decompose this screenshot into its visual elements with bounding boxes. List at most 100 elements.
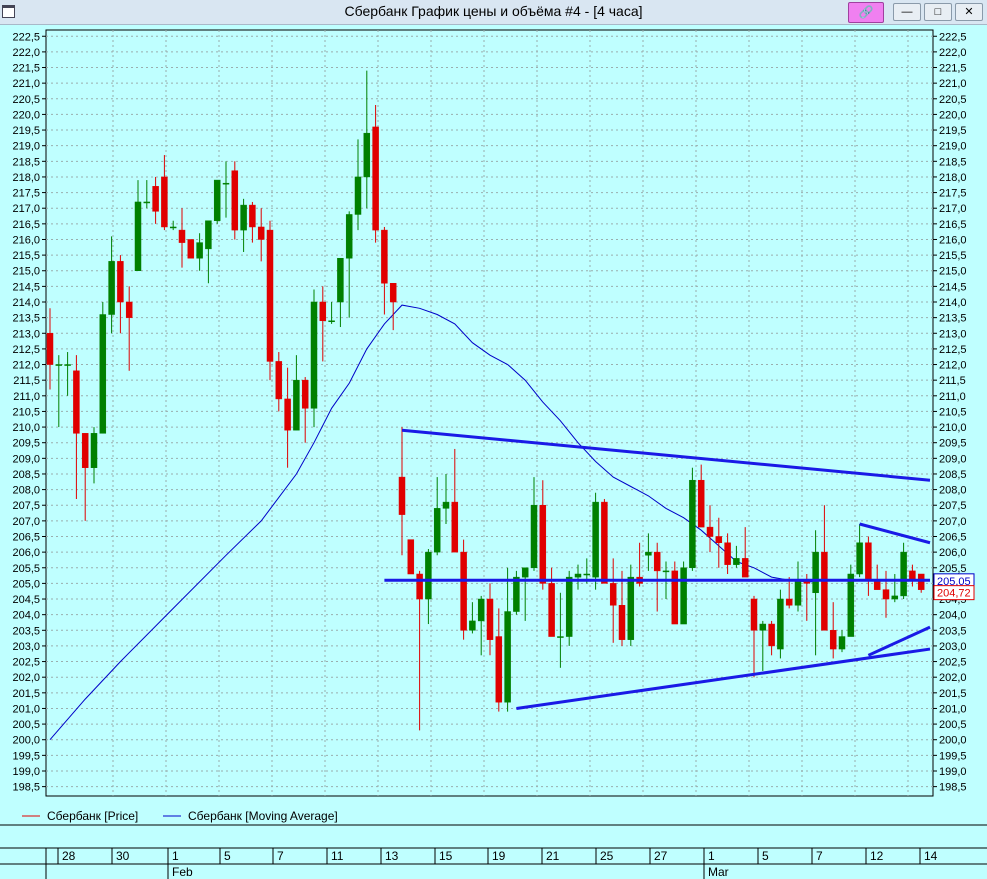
candle-body bbox=[345, 214, 353, 259]
y-tick-label-left: 212,5 bbox=[12, 344, 40, 356]
pin-icon: 🔗 bbox=[858, 5, 874, 19]
candle-body bbox=[750, 598, 758, 631]
candle-body bbox=[504, 611, 511, 703]
minimize-button[interactable]: — bbox=[893, 3, 921, 21]
y-tick-label-left: 213,0 bbox=[12, 328, 40, 340]
y-tick-label-left: 218,0 bbox=[12, 172, 40, 184]
candle-body bbox=[741, 558, 749, 578]
candle-body bbox=[222, 182, 230, 185]
candle-body bbox=[389, 282, 397, 303]
legend-price-label: Сбербанк [Price] bbox=[47, 809, 138, 823]
candle-body bbox=[81, 433, 89, 468]
y-tick-label-left: 204,5 bbox=[12, 594, 40, 606]
y-tick-label-right: 201,0 bbox=[939, 703, 967, 715]
candle-body bbox=[451, 501, 459, 553]
candle-body bbox=[627, 576, 635, 640]
y-tick-label-right: 209,5 bbox=[939, 438, 967, 450]
minimize-icon: — bbox=[901, 6, 913, 18]
x-tick-label: 12 bbox=[870, 849, 884, 863]
y-tick-label-right: 218,0 bbox=[939, 172, 967, 184]
candle-body bbox=[266, 229, 274, 362]
pin-button[interactable]: 🔗 bbox=[848, 2, 884, 23]
candle-body bbox=[618, 605, 626, 640]
candle-body bbox=[354, 176, 362, 215]
y-tick-label-left: 220,5 bbox=[12, 94, 40, 106]
y-tick-label-left: 217,5 bbox=[12, 188, 40, 200]
candle-body bbox=[187, 239, 195, 259]
candle-body bbox=[609, 583, 617, 606]
maximize-icon: □ bbox=[934, 6, 942, 18]
y-tick-label-left: 207,0 bbox=[12, 516, 40, 528]
maximize-button[interactable]: □ bbox=[924, 3, 952, 21]
candle-body bbox=[90, 433, 98, 468]
candle-body bbox=[416, 573, 423, 600]
candle-body bbox=[768, 623, 775, 647]
candle-body bbox=[777, 598, 784, 650]
title-bar[interactable]: Сбербанк График цены и объёма #4 - [4 ча… bbox=[0, 0, 987, 25]
y-tick-label-left: 214,0 bbox=[12, 297, 40, 309]
legend: Сбербанк [Price] Сбербанк [Moving Averag… bbox=[22, 809, 338, 823]
candle-body bbox=[865, 542, 872, 581]
candle-body bbox=[539, 504, 547, 584]
y-tick-label-right: 203,0 bbox=[939, 641, 967, 653]
month-label: Mar bbox=[708, 865, 729, 879]
y-tick-label-left: 221,0 bbox=[12, 78, 40, 90]
candle-body bbox=[240, 204, 247, 231]
candle-body bbox=[557, 636, 564, 638]
y-tick-label-left: 206,5 bbox=[12, 531, 40, 543]
y-tick-label-right: 217,0 bbox=[939, 203, 967, 215]
y-tick-label-right: 214,0 bbox=[939, 297, 967, 309]
legend-ma-label: Сбербанк [Moving Average] bbox=[188, 809, 338, 823]
candle-body bbox=[249, 204, 256, 228]
y-tick-label-right: 202,0 bbox=[939, 672, 967, 684]
y-tick-label-left: 212,0 bbox=[12, 360, 40, 372]
y-tick-label-left: 211,5 bbox=[13, 375, 40, 387]
close-icon: ✕ bbox=[964, 6, 974, 18]
y-tick-label-left: 209,0 bbox=[12, 453, 40, 465]
y-tick-label-left: 215,5 bbox=[12, 250, 40, 262]
price-chart[interactable]: 222,5 222,5 222,0 222,0 221,5 221,5 221,0 221,0… bbox=[0, 24, 987, 879]
y-tick-label-left: 201,5 bbox=[12, 688, 40, 700]
y-tick-label-left: 203,0 bbox=[12, 641, 40, 653]
y-tick-label-right: 216,5 bbox=[939, 219, 967, 231]
y-tick-label-right: 201,5 bbox=[939, 688, 967, 700]
candle-body bbox=[829, 630, 837, 650]
candle-body bbox=[425, 551, 432, 600]
y-tick-label-right: 213,5 bbox=[939, 313, 967, 325]
candle-body bbox=[169, 226, 177, 229]
candle-body bbox=[521, 567, 529, 578]
y-tick-label-right: 211,0 bbox=[939, 391, 966, 403]
candle-body bbox=[152, 186, 159, 212]
y-tick-label-left: 200,0 bbox=[12, 735, 40, 747]
x-tick-label: 25 bbox=[600, 849, 614, 863]
candle-body bbox=[759, 623, 767, 631]
y-tick-label-right: 209,0 bbox=[939, 453, 967, 465]
x-tick-label: 21 bbox=[546, 849, 560, 863]
y-tick-label-left: 219,5 bbox=[12, 125, 40, 137]
y-tick-label-right: 215,5 bbox=[939, 250, 967, 262]
candle-body bbox=[337, 257, 344, 303]
candle-body bbox=[328, 320, 335, 323]
y-tick-label-right: 212,0 bbox=[939, 360, 967, 372]
y-tick-label-left: 202,5 bbox=[12, 657, 40, 669]
y-tick-label-left: 216,5 bbox=[12, 219, 40, 231]
y-tick-label-left: 222,5 bbox=[12, 31, 40, 43]
candle-body bbox=[108, 261, 115, 315]
y-tick-label-right: 198,5 bbox=[939, 782, 967, 794]
time-axis[interactable]: 28 30 1 5 7 11 13 15 19 21 25 27 1 5 7 12 14Feb Mar bbox=[0, 824, 987, 879]
candle-body bbox=[407, 539, 415, 575]
candle-body bbox=[548, 583, 555, 637]
y-tick-label-right: 213,0 bbox=[939, 328, 967, 340]
price-last-label: 204,72 bbox=[937, 588, 971, 600]
close-button[interactable]: ✕ bbox=[955, 3, 983, 21]
candle-body bbox=[645, 551, 652, 556]
candle-body bbox=[680, 567, 687, 625]
candle-body bbox=[882, 589, 890, 600]
y-tick-label-right: 202,5 bbox=[939, 657, 967, 669]
y-tick-label-left: 208,0 bbox=[12, 485, 40, 497]
y-tick-label-right: 215,0 bbox=[939, 266, 967, 278]
x-tick-label: 5 bbox=[762, 849, 769, 863]
window-title: Сбербанк График цены и объёма #4 - [4 ча… bbox=[344, 3, 643, 19]
y-tick-label-right: 207,0 bbox=[939, 516, 967, 528]
candle-body bbox=[812, 551, 819, 594]
